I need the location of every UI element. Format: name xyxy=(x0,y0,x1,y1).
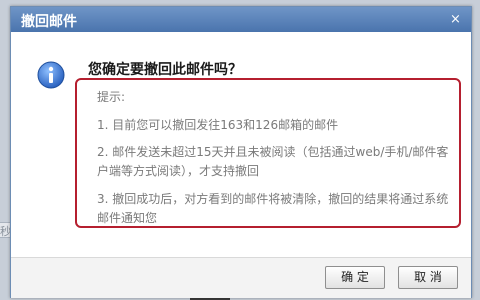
tip-item: 3. 撤回成功后，对方看到的邮件将被清除，撤回的结果将通过系统邮件通知您 xyxy=(97,192,449,225)
tips-label: 提示: xyxy=(97,90,126,104)
info-icon xyxy=(37,61,65,89)
confirm-question: 您确定要撤回此邮件吗？ xyxy=(88,62,242,78)
dialog-titlebar[interactable]: 撤回邮件 × xyxy=(11,7,471,32)
confirm-button[interactable]: 确 定 xyxy=(325,266,385,289)
tip-item: 1. 目前您可以撤回发往163和126邮箱的邮件 xyxy=(97,118,339,132)
tips-box: 提示: 1. 目前您可以撤回发往163和126邮箱的邮件 2. 邮件发送未超过1… xyxy=(75,78,461,228)
cancel-button[interactable]: 取 消 xyxy=(398,266,458,289)
dialog-footer: 确 定 取 消 xyxy=(11,257,471,298)
tip-item: 2. 邮件发送未超过15天并且未被阅读（包括通过web/手机/邮件客户端等方式阅… xyxy=(97,145,449,178)
dialog-title: 撤回邮件 xyxy=(21,14,77,30)
close-icon[interactable]: × xyxy=(448,12,463,27)
recall-mail-dialog: 撤回邮件 × 您确定要撤回此邮件吗？ 提示: 1. 目前您可以撤回发往163和1… xyxy=(10,6,472,298)
